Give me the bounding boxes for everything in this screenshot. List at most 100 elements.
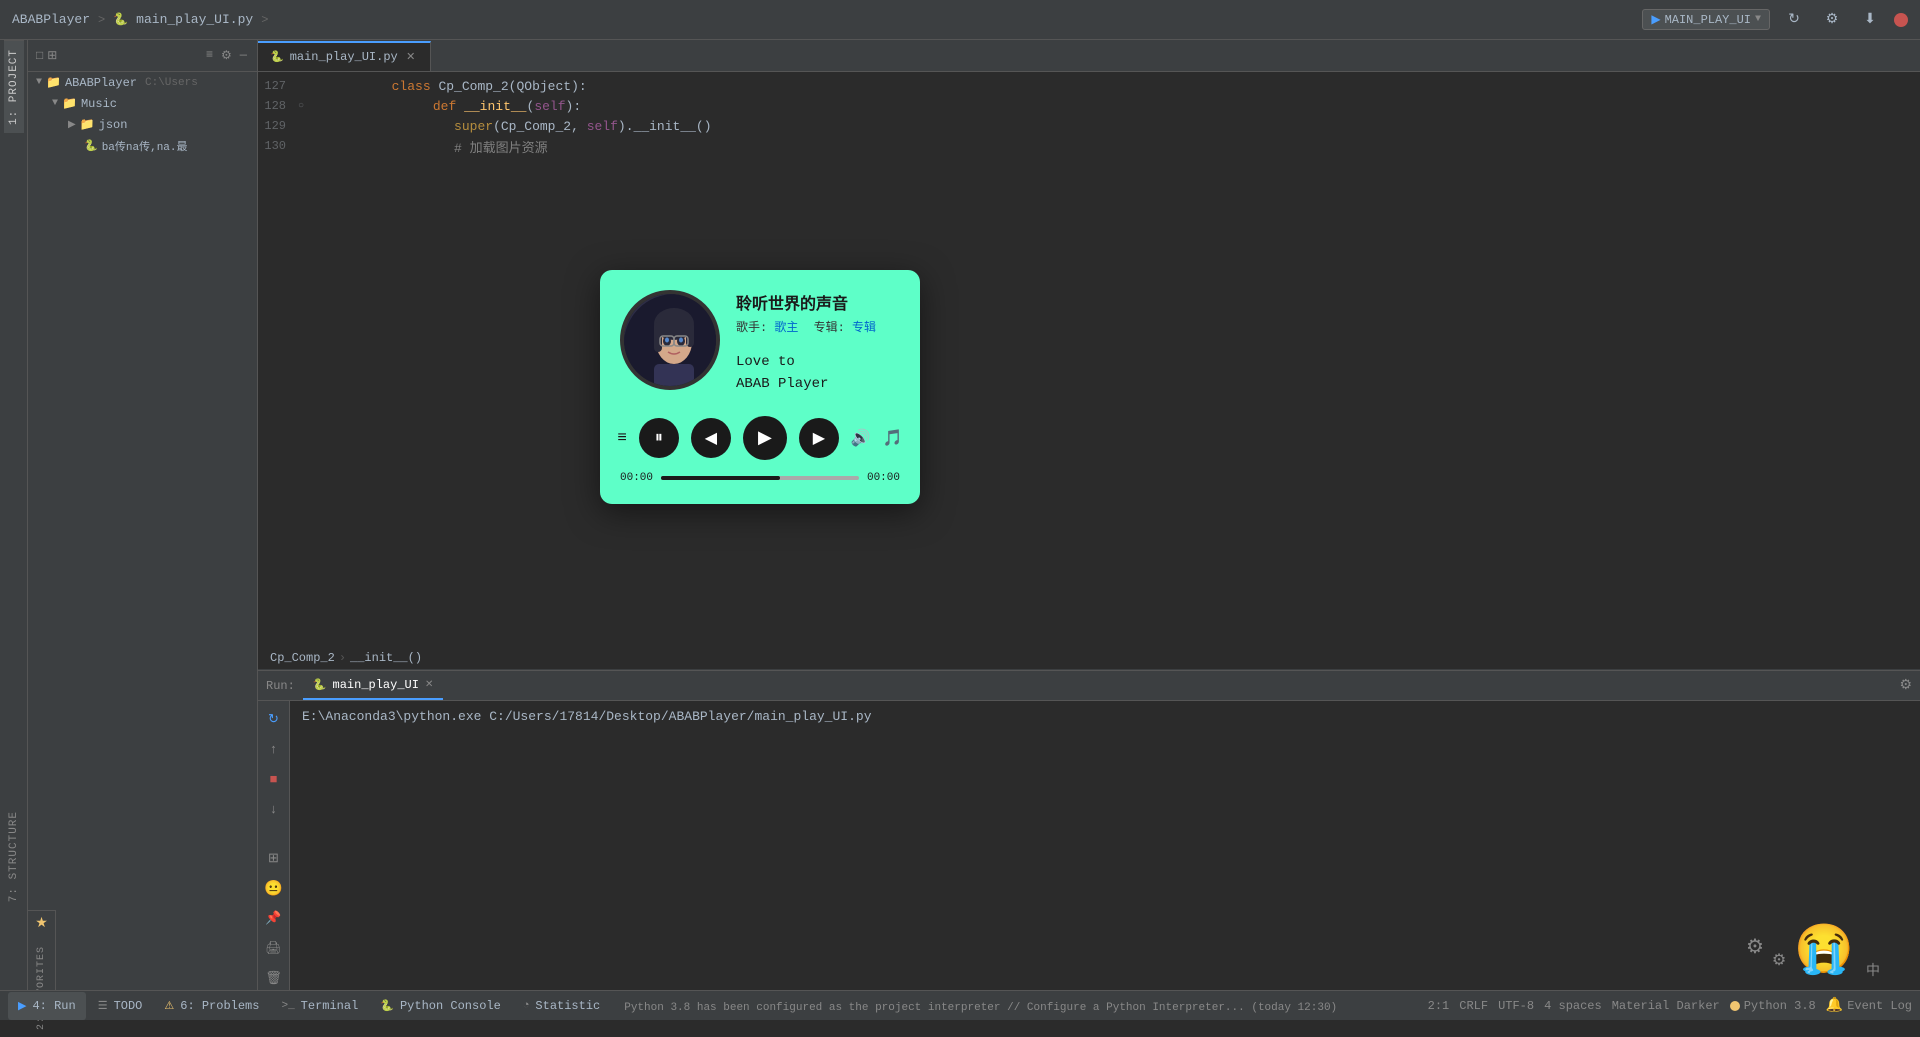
- playlist-button[interactable]: ≡: [617, 423, 627, 453]
- notification-area: Python 3.8 has been configured as the pr…: [612, 997, 1425, 1015]
- time-start: 00:00: [620, 472, 653, 484]
- app-title[interactable]: ABABPlayer: [12, 12, 90, 27]
- album-label: 专辑:: [814, 321, 845, 335]
- run-config-label: MAIN_PLAY_UI: [1665, 13, 1751, 27]
- project-panel: □ ⊞ ≡ ⚙ — ▼ 📁 ABABPlayer C:\Users ▼ 📁 Mu…: [28, 40, 258, 990]
- line-ending-status[interactable]: CRLF: [1459, 999, 1488, 1013]
- queue-button[interactable]: 🎵: [883, 423, 903, 453]
- tab-close-button[interactable]: ✕: [404, 50, 418, 64]
- run-delete-icon[interactable]: 🗑: [262, 966, 286, 990]
- next-button[interactable]: ▶: [799, 418, 839, 458]
- refresh-button[interactable]: ↻: [1780, 6, 1808, 34]
- terminal-tab[interactable]: >_ Terminal: [271, 992, 368, 1020]
- run-tab-close[interactable]: ✕: [425, 679, 433, 691]
- encoding-status[interactable]: UTF-8: [1498, 999, 1534, 1013]
- indent-status[interactable]: 4 spaces: [1544, 999, 1602, 1013]
- line-content-130[interactable]: # 加载图片资源: [298, 122, 548, 171]
- main-tab[interactable]: 🐍 main_play_UI.py ✕: [258, 41, 431, 71]
- tab-bar: 🐍 main_play_UI.py ✕: [258, 40, 1920, 72]
- encoding-label: UTF-8: [1498, 999, 1534, 1013]
- theme-label: Material Darker: [1612, 999, 1720, 1013]
- left-vtabs: 1: Project 7: Structure: [0, 40, 28, 990]
- event-log-icon: 🔔: [1826, 997, 1843, 1014]
- bottom-right: 2:1 CRLF UTF-8 4 spaces Material Darker …: [1428, 997, 1912, 1014]
- run-command: E:\Anaconda3\python.exe C:/Users/17814/D…: [302, 709, 1908, 724]
- tab-label: main_play_UI.py: [290, 50, 398, 64]
- theme-status[interactable]: Material Darker: [1612, 999, 1720, 1013]
- run-scroll-down-icon[interactable]: ↓: [262, 797, 286, 821]
- line-col-status[interactable]: 2:1: [1428, 999, 1450, 1013]
- problems-label: 6: Problems: [180, 999, 259, 1013]
- file-title[interactable]: main_play_UI.py: [136, 12, 253, 27]
- todo-icon: ☰: [98, 999, 108, 1013]
- progress-fill: [661, 476, 780, 480]
- run-scroll-up-icon[interactable]: ↑: [262, 737, 286, 761]
- project-icon: □: [36, 49, 43, 63]
- album-link[interactable]: 专辑: [852, 321, 876, 335]
- minimize-icon[interactable]: —: [238, 46, 249, 65]
- breadcrumb-sep: ›: [339, 651, 346, 665]
- editor-area: 🐍 main_play_UI.py ✕ 127 class Cp_Comp_2(…: [258, 40, 1920, 990]
- python-console-tab[interactable]: 🐍 Python Console: [370, 992, 511, 1020]
- py-file-icon: 🐍: [84, 139, 98, 153]
- favorites-vtab[interactable]: 2: Favorites: [32, 938, 51, 1037]
- run-settings-icon[interactable]: ⚙: [1899, 677, 1912, 694]
- progress-bar-area: 00:00 00:00: [620, 472, 900, 484]
- artist-link[interactable]: 歌主: [774, 321, 798, 335]
- problems-tab[interactable]: ⚠ 6: Problems: [154, 992, 269, 1020]
- close-button[interactable]: [1894, 13, 1908, 27]
- tab-icon: 🐍: [270, 50, 284, 64]
- run-tab-icon: 🐍: [313, 678, 327, 692]
- file-item[interactable]: 🐍 ba传na传,na.最: [28, 135, 257, 157]
- pause-button[interactable]: ⏸: [639, 418, 679, 458]
- file-label: ba传na传,na.最: [102, 138, 188, 154]
- run-stop-icon[interactable]: ■: [262, 767, 286, 791]
- run-tab[interactable]: 🐍 main_play_UI ✕: [303, 672, 444, 700]
- song-artist: 歌手: 歌主 专辑: 专辑: [736, 318, 900, 335]
- project-vtab[interactable]: 1: Project: [4, 40, 24, 133]
- main-layout: 1: Project 7: Structure □ ⊞ ≡ ⚙ — ▼ 📁 AB…: [0, 40, 1920, 990]
- line-num-128: 128: [258, 99, 298, 113]
- breadcrumb-method[interactable]: __init__(): [350, 651, 422, 665]
- run-bottom-tab[interactable]: ▶ 4: Run: [8, 992, 86, 1020]
- notification-text: Python 3.8 has been configured as the pr…: [624, 1002, 1337, 1014]
- run-compare-icon[interactable]: ⊞: [262, 846, 286, 870]
- run-print-icon[interactable]: 🖨: [262, 936, 286, 960]
- python-version-label: Python 3.8: [1744, 999, 1816, 1013]
- run-pin-icon[interactable]: 📌: [262, 906, 286, 930]
- progress-track[interactable]: [661, 476, 859, 480]
- music-folder[interactable]: ▼ 📁 Music: [28, 93, 257, 114]
- volume-button[interactable]: 🔊: [851, 423, 871, 453]
- json-folder[interactable]: ▶ 📁 json: [28, 114, 257, 135]
- todo-tab[interactable]: ☰ TODO: [88, 992, 153, 1020]
- line-col-label: 2:1: [1428, 999, 1450, 1013]
- prev-button[interactable]: ◀: [691, 418, 731, 458]
- breadcrumb-class[interactable]: Cp_Comp_2: [270, 651, 335, 665]
- collapse-icon[interactable]: ≡: [204, 46, 215, 65]
- tree-root[interactable]: ▼ 📁 ABABPlayer C:\Users: [28, 72, 257, 93]
- update-button[interactable]: ⬇: [1856, 6, 1884, 34]
- statistic-tab[interactable]: ◔ Statistic: [513, 992, 610, 1020]
- top-bar-right: ▶ MAIN_PLAY_UI ▼ ↻ ⚙ ⬇: [1642, 6, 1908, 34]
- event-log-status[interactable]: 🔔 Event Log: [1826, 997, 1912, 1014]
- code-line-130: 130 # 加载图片资源: [258, 136, 1920, 156]
- structure-vtab[interactable]: 7: Structure: [4, 803, 24, 910]
- line-ending-label: CRLF: [1459, 999, 1488, 1013]
- run-config-icon: ▶: [1651, 12, 1660, 27]
- settings-icon[interactable]: ⚙: [219, 46, 234, 65]
- code-lines: 127 class Cp_Comp_2(QObject): 128 ○ def …: [258, 72, 1920, 160]
- chevron-down-icon: ▼: [1755, 14, 1761, 25]
- todo-label: TODO: [114, 999, 143, 1013]
- song-love: Love to ABAB Player: [736, 351, 900, 396]
- run-restart-icon[interactable]: ↻: [262, 707, 286, 731]
- settings-button[interactable]: ⚙: [1818, 6, 1846, 34]
- sticker-char: 中: [1866, 960, 1880, 980]
- run-config-dropdown[interactable]: ▶ MAIN_PLAY_UI ▼: [1642, 9, 1770, 30]
- play-button[interactable]: ▶: [743, 416, 787, 460]
- player-controls: ≡ ⏸ ◀ ▶ ▶ 🔊 🎵: [620, 416, 900, 460]
- favorites-star-icon: ★: [35, 915, 48, 932]
- time-end: 00:00: [867, 472, 900, 484]
- python-version-status[interactable]: Python 3.8: [1730, 999, 1816, 1013]
- sep1: >: [98, 13, 105, 27]
- run-emoji-icon[interactable]: 😐: [262, 876, 286, 900]
